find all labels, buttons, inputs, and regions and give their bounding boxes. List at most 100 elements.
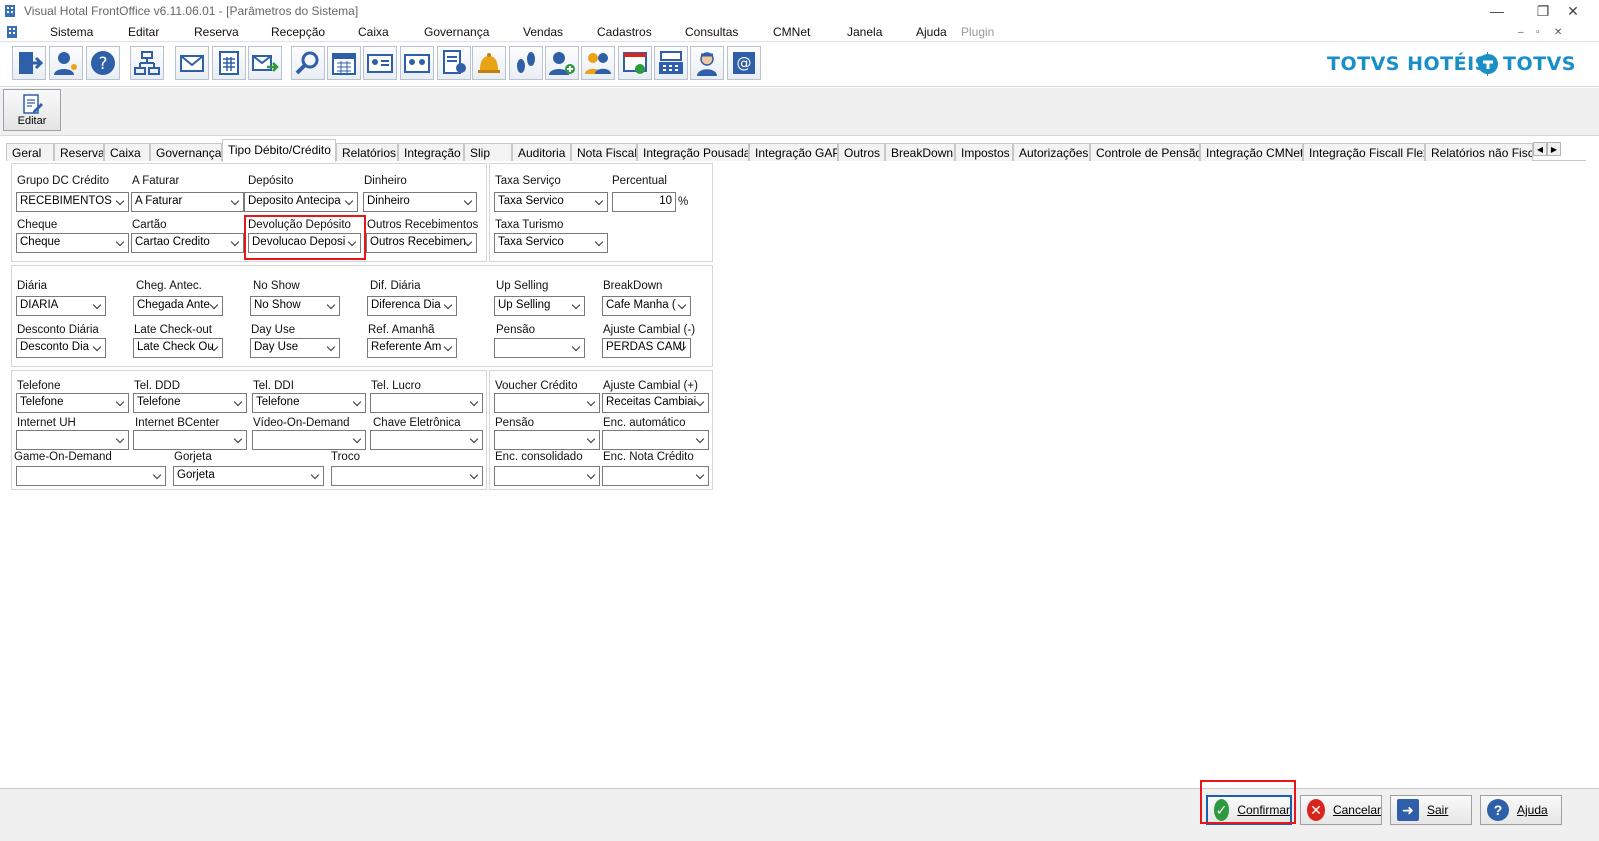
search-icon[interactable]: [291, 46, 325, 80]
ajuste-cambial-pos-select[interactable]: Receitas Cambiai: [602, 393, 709, 413]
menu-janela[interactable]: Janela: [847, 25, 882, 39]
tab-integracao-cmnet[interactable]: Integração CMNet: [1200, 143, 1303, 161]
tab-integracao[interactable]: Integração: [398, 143, 464, 161]
mdi-close-button[interactable]: ✕: [1554, 27, 1562, 38]
desconto-diaria-select[interactable]: Desconto Dia: [16, 338, 106, 358]
voucher-credito-select[interactable]: [494, 393, 600, 413]
enc-automatico-select[interactable]: [602, 430, 709, 450]
a-faturar-select[interactable]: A Faturar: [131, 192, 244, 212]
tab-geral[interactable]: Geral: [6, 143, 54, 161]
enc-nota-credito-select[interactable]: [602, 466, 709, 486]
game-on-demand-select[interactable]: [16, 466, 166, 486]
guest-card-2-icon[interactable]: [400, 46, 434, 80]
tab-integracao-gap[interactable]: Integração GAP: [749, 143, 838, 161]
ref-amanha-select[interactable]: Referente Am: [367, 338, 457, 358]
tab-outros[interactable]: Outros: [838, 143, 885, 161]
tab-reserva[interactable]: Reserva: [54, 143, 104, 161]
mdi-minimize-button[interactable]: –: [1518, 27, 1524, 38]
enc-consolidado-select[interactable]: [494, 466, 600, 486]
menu-sistema[interactable]: Sistema: [50, 25, 93, 39]
menu-ajuda[interactable]: Ajuda: [916, 25, 947, 39]
email-at-icon[interactable]: @: [727, 46, 761, 80]
close-button[interactable]: ✕: [1550, 0, 1596, 22]
help-icon[interactable]: ?: [86, 46, 120, 80]
tab-relatorios[interactable]: Relatórios: [336, 143, 398, 161]
tab-nota-fiscal[interactable]: Nota Fiscal: [571, 143, 637, 161]
mail-send-icon[interactable]: [248, 46, 282, 80]
exit-button[interactable]: ➜ Sair: [1390, 795, 1472, 825]
cash-register-icon[interactable]: [654, 46, 688, 80]
percentual-input[interactable]: 10: [612, 192, 676, 212]
late-checkout-select[interactable]: Late Check Ou: [133, 338, 223, 358]
add-user-icon[interactable]: [545, 46, 579, 80]
cheg-antec-select[interactable]: Chegada Ante: [133, 296, 223, 316]
cancel-button[interactable]: ✕ Cancelar: [1300, 795, 1382, 825]
tel-lucro-select[interactable]: [370, 393, 483, 413]
menu-caixa[interactable]: Caixa: [358, 25, 389, 39]
pensao-voucher-select[interactable]: [494, 430, 600, 450]
menu-cmnet[interactable]: CMNet: [773, 25, 810, 39]
exit-icon[interactable]: [12, 46, 46, 80]
tab-governanca[interactable]: Governança: [150, 143, 222, 161]
diaria-select[interactable]: DIARIA: [16, 296, 106, 316]
tab-controle-pensao[interactable]: Controle de Pensão: [1090, 143, 1200, 161]
tab-relatorios-nao-fiscais[interactable]: Relatórios não Fiscais: [1425, 143, 1533, 161]
menu-editar[interactable]: Editar: [128, 25, 159, 39]
mdi-restore-button[interactable]: ▫: [1536, 27, 1540, 38]
edit-button[interactable]: Editar: [3, 89, 61, 131]
breakdown-select[interactable]: Cafe Manha (: [602, 296, 691, 316]
tab-scroll-right-button[interactable]: ▶: [1547, 142, 1561, 156]
troco-select[interactable]: [331, 466, 483, 486]
ajuste-cambial-neg-select[interactable]: PERDAS CAMI: [602, 338, 691, 358]
menu-recepcao[interactable]: Recepção: [271, 25, 325, 39]
cartao-select[interactable]: Cartao Credito: [131, 233, 244, 253]
menu-vendas[interactable]: Vendas: [523, 25, 563, 39]
menu-governanca[interactable]: Governança: [424, 25, 489, 39]
calendar-icon[interactable]: [327, 46, 361, 80]
footprints-icon[interactable]: [509, 46, 543, 80]
tab-integracao-fiscall-flex[interactable]: Integração Fiscall Flex: [1303, 143, 1425, 161]
gorjeta-select[interactable]: Gorjeta: [173, 466, 324, 486]
day-use-select[interactable]: Day Use: [250, 338, 340, 358]
mail-icon[interactable]: [175, 46, 209, 80]
tel-ddd-select[interactable]: Telefone: [133, 393, 247, 413]
tab-auditoria[interactable]: Auditoria: [512, 143, 571, 161]
up-selling-select[interactable]: Up Selling: [494, 296, 585, 316]
taxa-turismo-select[interactable]: Taxa Servico: [494, 233, 608, 253]
invoice-icon[interactable]: [618, 46, 652, 80]
menu-consultas[interactable]: Consultas: [685, 25, 738, 39]
tab-scroll-left-button[interactable]: ◀: [1533, 142, 1547, 156]
chave-eletronica-select[interactable]: [370, 430, 483, 450]
dinheiro-select[interactable]: Dinheiro: [363, 192, 477, 212]
pensao-select[interactable]: [494, 338, 585, 358]
no-show-select[interactable]: No Show: [250, 296, 340, 316]
menu-plugin[interactable]: Plugin: [961, 25, 994, 39]
internet-uh-select[interactable]: [16, 430, 129, 450]
tab-tipo-debito-credito[interactable]: Tipo Débito/Crédito: [222, 139, 336, 162]
org-chart-icon[interactable]: [130, 46, 164, 80]
outros-recebimentos-select[interactable]: Outros Recebimen: [366, 233, 477, 253]
tel-ddi-select[interactable]: Telefone: [252, 393, 366, 413]
tab-caixa[interactable]: Caixa: [104, 143, 150, 161]
grupo-dc-select[interactable]: RECEBIMENTOS: [16, 192, 129, 212]
video-on-demand-select[interactable]: [252, 430, 366, 450]
tab-integracao-pousada[interactable]: Integração Pousada: [637, 143, 749, 161]
calculator-icon[interactable]: [212, 46, 246, 80]
bell-icon[interactable]: [472, 46, 506, 80]
internet-bcenter-select[interactable]: [133, 430, 247, 450]
deposito-select[interactable]: Deposito Antecipa: [244, 192, 358, 212]
guest-card-icon[interactable]: [363, 46, 397, 80]
menu-reserva[interactable]: Reserva: [194, 25, 239, 39]
tab-impostos[interactable]: Impostos: [955, 143, 1013, 161]
dif-diaria-select[interactable]: Diferenca Dia: [367, 296, 457, 316]
users-group-icon[interactable]: [581, 46, 615, 80]
document-user-icon[interactable]: [437, 46, 471, 80]
telefone-select[interactable]: Telefone: [16, 393, 129, 413]
user-key-icon[interactable]: [49, 46, 83, 80]
menu-cadastros[interactable]: Cadastros: [597, 25, 652, 39]
tab-slip[interactable]: Slip: [464, 143, 512, 161]
tab-autorizacoes[interactable]: Autorizações: [1013, 143, 1090, 161]
tab-breakdown[interactable]: BreakDown: [885, 143, 955, 161]
minimize-button[interactable]: —: [1474, 0, 1520, 22]
taxa-servico-select[interactable]: Taxa Servico: [494, 192, 608, 212]
